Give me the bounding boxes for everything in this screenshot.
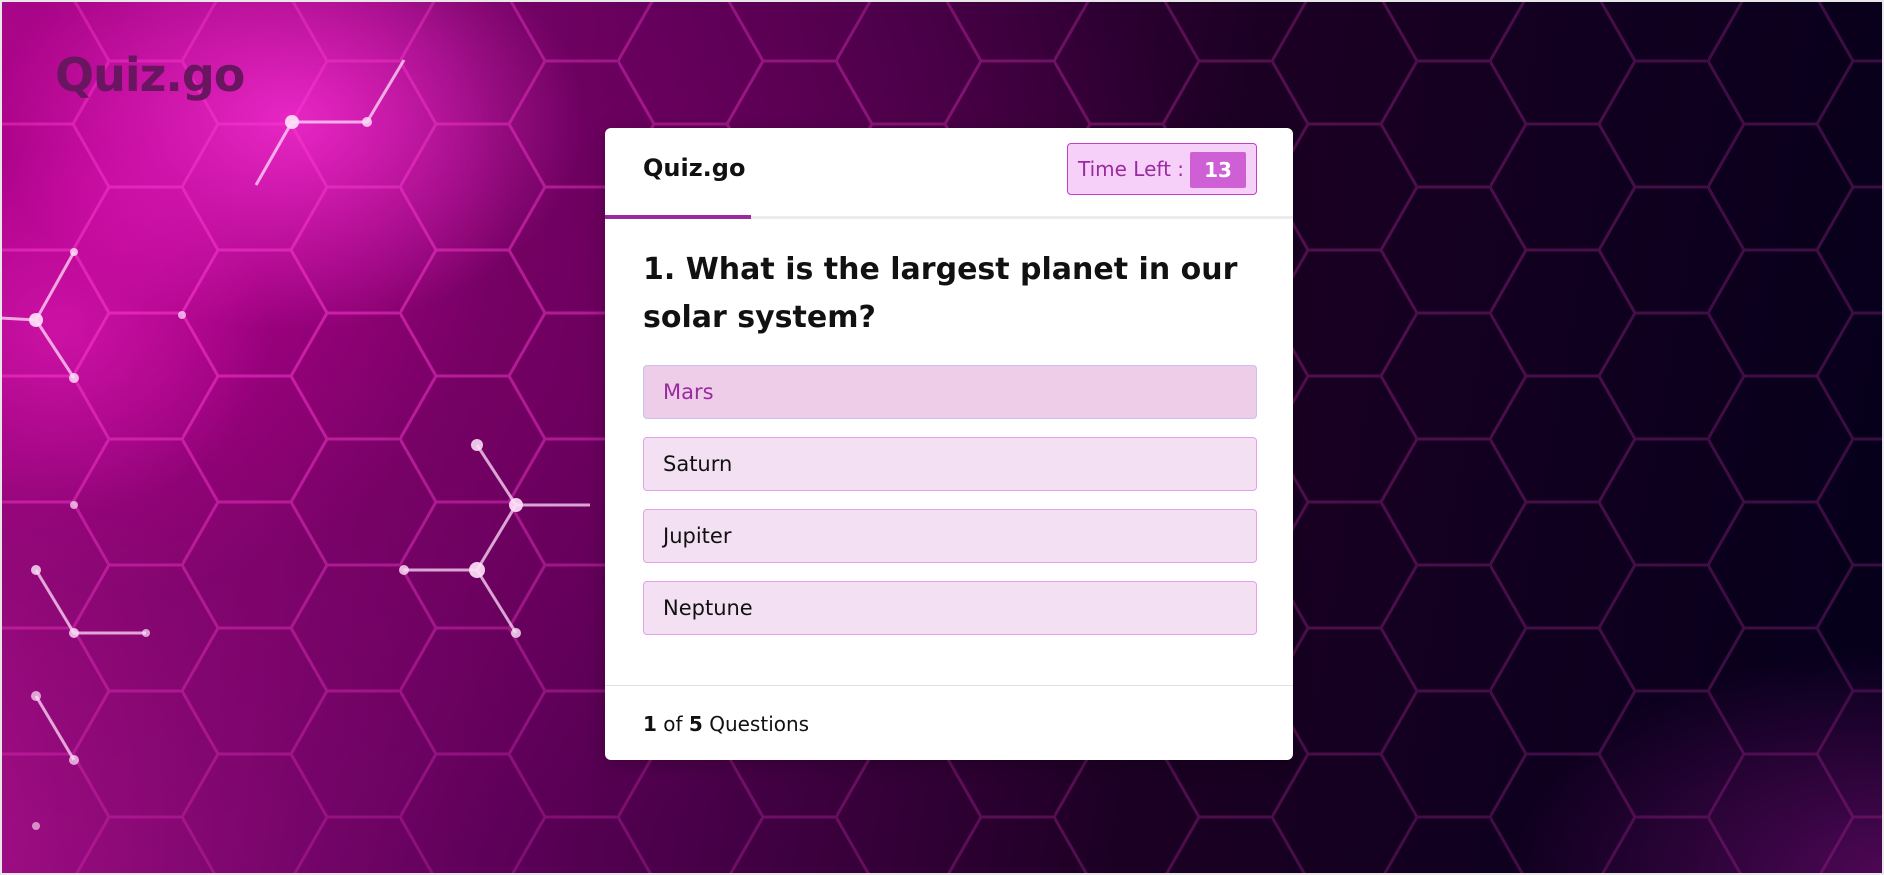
progress-of: of: [663, 712, 683, 736]
question-progress: 1 of 5 Questions: [643, 712, 809, 736]
option-neptune[interactable]: Neptune: [643, 581, 1257, 635]
timer-label: Time Left :: [1078, 157, 1185, 181]
quiz-card-title: Quiz.go: [643, 154, 746, 182]
progress-suffix: Questions: [709, 712, 810, 736]
option-jupiter[interactable]: Jupiter: [643, 509, 1257, 563]
question-text: 1. What is the largest planet in our sol…: [643, 252, 1238, 335]
option-saturn[interactable]: Saturn: [643, 437, 1257, 491]
title-underline: [605, 215, 751, 219]
option-mars[interactable]: Mars: [643, 365, 1257, 419]
options-list: Mars Saturn Jupiter Neptune: [643, 365, 1257, 653]
brand-logo: Quiz.go: [55, 48, 245, 102]
timer-box: Time Left : 13: [1067, 143, 1257, 195]
quiz-card: Quiz.go Time Left : 13 1. What is the la…: [605, 128, 1293, 760]
progress-total: 5: [688, 712, 703, 736]
quiz-card-footer: 1 of 5 Questions: [605, 685, 1293, 760]
quiz-card-header: Quiz.go Time Left : 13: [605, 128, 1293, 219]
progress-current: 1: [643, 712, 657, 736]
timer-value: 13: [1190, 152, 1246, 188]
